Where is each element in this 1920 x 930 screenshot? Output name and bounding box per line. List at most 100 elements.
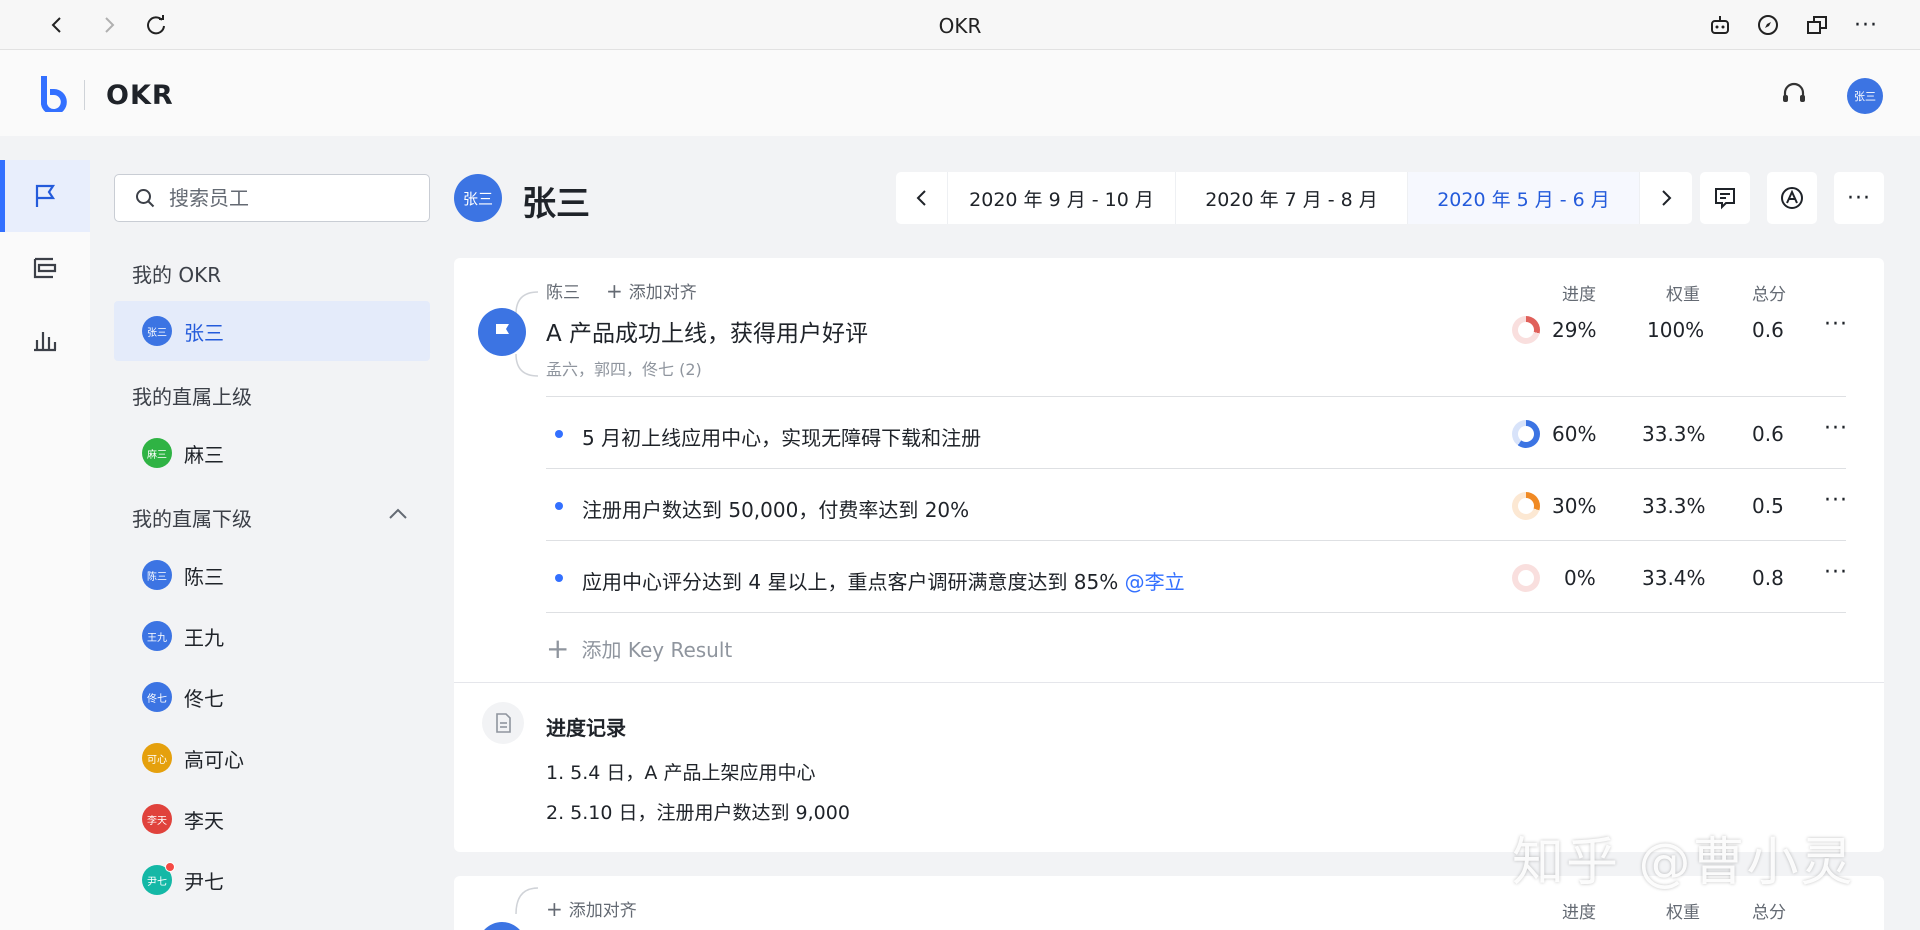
tree-icon xyxy=(33,257,57,279)
add-align-button[interactable]: + 添加对齐 xyxy=(546,896,637,922)
divider xyxy=(546,468,1846,469)
person-name: 佟七 xyxy=(184,686,224,711)
window-button[interactable] xyxy=(1800,8,1834,42)
chevron-right-icon xyxy=(1662,190,1672,206)
person-name: 李天 xyxy=(184,808,224,833)
more-icon[interactable]: ··· xyxy=(1849,8,1883,42)
nav-stats[interactable] xyxy=(0,304,90,376)
more-icon[interactable]: ··· xyxy=(1824,560,1848,585)
progress-value: 0% xyxy=(1564,566,1596,590)
sidebar-item-zhangsan[interactable]: 张三 张三 xyxy=(114,301,430,361)
more-icon[interactable]: ··· xyxy=(1824,416,1848,441)
key-result-text[interactable]: 注册用户数达到 50,000，付费率达到 20% xyxy=(582,494,969,523)
prev-period-button[interactable] xyxy=(896,172,948,224)
weight-value: 100% xyxy=(1647,318,1705,342)
period-tab[interactable]: 2020 年 9 月 - 10 月 xyxy=(948,172,1176,224)
sidebar-item-tongqi[interactable]: 佟七 佟七 xyxy=(114,667,430,727)
add-align-button[interactable]: + 添加对齐 xyxy=(606,278,697,304)
mention-link[interactable]: @李立 xyxy=(1125,570,1185,594)
app-title: OKR xyxy=(106,80,174,111)
page-title: 张三 xyxy=(522,184,590,224)
score-value: 0.5 xyxy=(1752,494,1784,518)
column-header-weight: 权重 xyxy=(1666,285,1700,305)
key-result-text[interactable]: 5 月初上线应用中心，实现无障碍下载和注册 xyxy=(582,422,981,451)
document-icon xyxy=(482,702,524,744)
sidebar-item-chensan[interactable]: 陈三 陈三 xyxy=(114,545,430,605)
notification-dot xyxy=(165,862,175,872)
employee-sidebar: 我的 OKR 张三 张三 我的直属上级 麻三 麻三 我的直属下级 陈三 陈三 王… xyxy=(90,160,442,930)
avatar[interactable]: 张三 xyxy=(1847,78,1883,114)
column-header-weight: 权重 xyxy=(1666,903,1700,923)
add-align-label: 添加对齐 xyxy=(628,283,697,303)
objective-icon xyxy=(478,308,526,356)
bullet xyxy=(555,430,563,438)
avatar: 可心 xyxy=(142,743,172,773)
more-icon[interactable]: ··· xyxy=(1824,488,1848,513)
participants[interactable]: 孟六，郭四，佟七 (2) xyxy=(546,356,702,380)
sidebar-item-masan[interactable]: 麻三 麻三 xyxy=(114,423,430,483)
person-name: 高可心 xyxy=(184,747,244,772)
window-icon xyxy=(1807,16,1827,34)
score-value: 0.6 xyxy=(1752,318,1784,342)
avatar: 张三 xyxy=(454,174,502,222)
bullet xyxy=(555,502,563,510)
compass-button[interactable] xyxy=(1751,8,1785,42)
objective-title[interactable]: A 产品成功上线，获得用户好评 xyxy=(546,314,868,348)
progress-ring xyxy=(1512,564,1540,592)
column-header-score: 总分 xyxy=(1752,903,1786,923)
person-name: 王九 xyxy=(184,625,224,650)
nav-structure[interactable] xyxy=(0,232,90,304)
key-result-text[interactable]: 应用中心评分达到 4 星以上，重点客户调研满意度达到 85% @李立 xyxy=(582,566,1185,595)
weight-value: 33.3% xyxy=(1642,422,1706,446)
progress-value: 30% xyxy=(1552,494,1597,518)
comment-button[interactable] xyxy=(1700,172,1750,224)
sidebar-item-wangjiu[interactable]: 王九 王九 xyxy=(114,606,430,666)
column-header-progress: 进度 xyxy=(1562,903,1596,923)
group-title-superiors: 我的直属上级 xyxy=(132,385,252,409)
divider xyxy=(454,682,1884,683)
objective-icon xyxy=(478,922,526,930)
person-name: 陈三 xyxy=(184,564,224,589)
search-input[interactable] xyxy=(169,186,409,210)
nav-rail xyxy=(0,160,90,930)
progress-ring xyxy=(1512,420,1540,448)
search-box[interactable] xyxy=(114,174,430,222)
chevron-up-icon[interactable] xyxy=(388,507,408,521)
avatar: 麻三 xyxy=(142,438,172,468)
more-icon[interactable]: ··· xyxy=(1824,312,1848,337)
aligned-to[interactable]: 陈三 xyxy=(546,278,580,303)
sidebar-item-yinqi[interactable]: 尹七 尹七 xyxy=(114,850,430,910)
score-value: 0.6 xyxy=(1752,422,1784,446)
sidebar-item-gaokexin[interactable]: 可心 高可心 xyxy=(114,728,430,788)
avatar: 张三 xyxy=(142,316,172,346)
headset-icon[interactable] xyxy=(1780,80,1808,108)
ai-button[interactable] xyxy=(1767,172,1817,224)
add-key-result-button[interactable]: + 添加 Key Result xyxy=(546,634,732,663)
progress-ring xyxy=(1512,492,1540,520)
chevron-left-icon xyxy=(916,190,926,206)
comment-icon xyxy=(1715,188,1735,210)
score-value: 0.8 xyxy=(1752,566,1784,590)
period-tab[interactable]: 2020 年 7 月 - 8 月 xyxy=(1176,172,1408,224)
group-title-my-okr: 我的 OKR xyxy=(132,263,222,287)
avatar: 李天 xyxy=(142,804,172,834)
bullet xyxy=(555,574,563,582)
align-connector xyxy=(515,887,539,915)
more-icon[interactable]: ··· xyxy=(1834,172,1884,224)
plus-icon: + xyxy=(606,278,623,303)
add-align-label: 添加对齐 xyxy=(568,901,637,921)
progress-log-title: 进度记录 xyxy=(546,716,626,740)
nav-okr[interactable] xyxy=(0,160,90,232)
divider xyxy=(546,396,1846,397)
weight-value: 33.3% xyxy=(1642,494,1706,518)
period-tab-selected[interactable]: 2020 年 5 月 - 6 月 xyxy=(1408,172,1640,224)
divider xyxy=(546,540,1846,541)
progress-log-item: 1. 5.4 日，A 产品上架应用中心 xyxy=(546,762,816,784)
next-period-button[interactable] xyxy=(1640,172,1692,224)
progress-value: 60% xyxy=(1552,422,1597,446)
logo-icon xyxy=(41,76,67,112)
sidebar-item-litian[interactable]: 李天 李天 xyxy=(114,789,430,849)
robot-button[interactable] xyxy=(1703,8,1737,42)
flag-icon xyxy=(496,324,509,341)
progress-log-item: 2. 5.10 日，注册用户数达到 9,000 xyxy=(546,802,850,824)
